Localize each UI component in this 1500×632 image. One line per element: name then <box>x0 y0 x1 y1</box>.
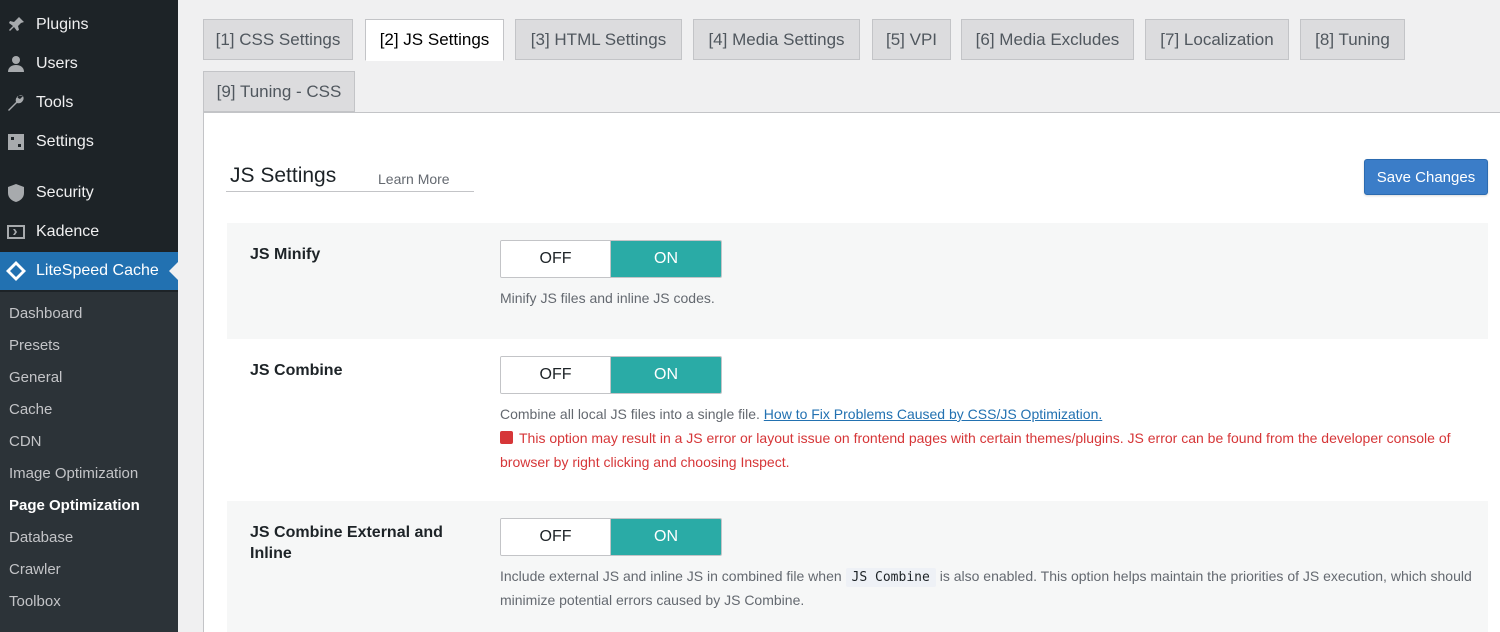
submenu-item-database[interactable]: Database <box>9 529 73 546</box>
learn-more-link[interactable]: Learn More <box>378 171 450 187</box>
tab-localization[interactable]: [7] Localization <box>1145 19 1289 60</box>
description-text-pre: Include external JS and inline JS in com… <box>500 568 842 584</box>
setting-label: JS Combine External and Inline <box>250 524 443 562</box>
js-combine-toggle[interactable]: OFF ON <box>500 356 722 394</box>
js-minify-toggle[interactable]: OFF ON <box>500 240 722 278</box>
setting-label: JS Minify <box>250 246 321 263</box>
litespeed-icon <box>6 261 26 281</box>
menu-item-label: Kadence <box>36 223 100 240</box>
tab-css-settings[interactable]: [1] CSS Settings <box>203 19 353 60</box>
setting-description: Minify JS files and inline JS codes. <box>500 290 715 306</box>
toggle-on-option[interactable]: ON <box>611 241 721 277</box>
submenu-item-presets[interactable]: Presets <box>9 337 60 354</box>
toggle-off-option[interactable]: OFF <box>501 241 611 277</box>
menu-item-tools[interactable]: Tools <box>0 84 178 122</box>
tab-media-excludes[interactable]: [6] Media Excludes <box>961 19 1134 60</box>
js-combine-external-inline-toggle[interactable]: OFF ON <box>500 518 722 556</box>
setting-description: Include external JS and inline JS in com… <box>500 565 1480 612</box>
submenu-item-page-optimization[interactable]: Page Optimization <box>9 497 140 514</box>
submenu-item-crawler[interactable]: Crawler <box>9 561 61 578</box>
menu-item-plugins[interactable]: Plugins <box>0 6 178 44</box>
tab-vpi[interactable]: [5] VPI <box>872 19 951 60</box>
toggle-off-option[interactable]: OFF <box>501 519 611 555</box>
submenu-item-toolbox[interactable]: Toolbox <box>9 593 61 610</box>
menu-item-users[interactable]: Users <box>0 45 178 83</box>
menu-item-security[interactable]: Security <box>0 174 178 212</box>
setting-row-js-combine: JS Combine OFF ON Combine all local JS f… <box>227 339 1488 501</box>
toggle-off-option[interactable]: OFF <box>501 357 611 393</box>
section-title: JS Settings <box>230 164 337 187</box>
submenu-item-cdn[interactable]: CDN <box>9 433 42 450</box>
setting-description: Combine all local JS files into a single… <box>500 403 1480 426</box>
menu-item-label: Users <box>36 55 78 72</box>
section-header: JS Settings Learn More <box>226 160 474 192</box>
setting-row-js-combine-external-inline: JS Combine External and Inline OFF ON In… <box>227 501 1488 632</box>
submenu-item-general[interactable]: General <box>9 369 62 386</box>
fix-problems-link[interactable]: How to Fix Problems Caused by CSS/JS Opt… <box>764 406 1102 422</box>
menu-item-settings[interactable]: Settings <box>0 123 178 161</box>
tab-tuning-css[interactable]: [9] Tuning - CSS <box>203 71 355 112</box>
siren-icon <box>500 431 513 444</box>
admin-sidebar: Plugins Users Tools Settings Security Ka… <box>0 0 178 632</box>
js-combine-code: JS Combine <box>845 568 936 587</box>
submenu-item-cache[interactable]: Cache <box>9 401 52 418</box>
wrench-icon <box>6 93 26 113</box>
kadence-icon <box>6 222 26 242</box>
save-changes-button[interactable]: Save Changes <box>1364 159 1488 195</box>
tab-tuning[interactable]: [8] Tuning <box>1300 19 1405 60</box>
submenu-item-dashboard[interactable]: Dashboard <box>9 305 82 322</box>
toggle-on-option[interactable]: ON <box>611 357 721 393</box>
setting-label: JS Combine <box>250 362 343 379</box>
menu-item-label: LiteSpeed Cache <box>36 262 159 279</box>
toggle-on-option[interactable]: ON <box>611 519 721 555</box>
warning-message: This option may result in a JS error or … <box>500 426 1480 474</box>
menu-item-label: Plugins <box>36 16 89 33</box>
litespeed-submenu: Dashboard Presets General Cache CDN Imag… <box>0 292 178 632</box>
plugin-icon <box>6 15 26 35</box>
tab-js-settings[interactable]: [2] JS Settings <box>365 19 504 61</box>
shield-icon <box>6 183 26 203</box>
description-text: Combine all local JS files into a single… <box>500 406 760 422</box>
setting-row-js-minify: JS Minify OFF ON Minify JS files and inl… <box>227 223 1488 339</box>
menu-item-label: Tools <box>36 94 74 111</box>
user-icon <box>6 54 26 74</box>
menu-item-label: Security <box>36 184 94 201</box>
tab-html-settings[interactable]: [3] HTML Settings <box>515 19 682 60</box>
menu-item-kadence[interactable]: Kadence <box>0 213 178 251</box>
tab-media-settings[interactable]: [4] Media Settings <box>693 19 860 60</box>
warning-text: This option may result in a JS error or … <box>500 430 1451 470</box>
submenu-item-image-optimization[interactable]: Image Optimization <box>9 465 138 482</box>
settings-icon <box>6 132 26 152</box>
menu-item-litespeed-cache[interactable]: LiteSpeed Cache <box>0 252 178 290</box>
menu-item-label: Settings <box>36 133 94 150</box>
